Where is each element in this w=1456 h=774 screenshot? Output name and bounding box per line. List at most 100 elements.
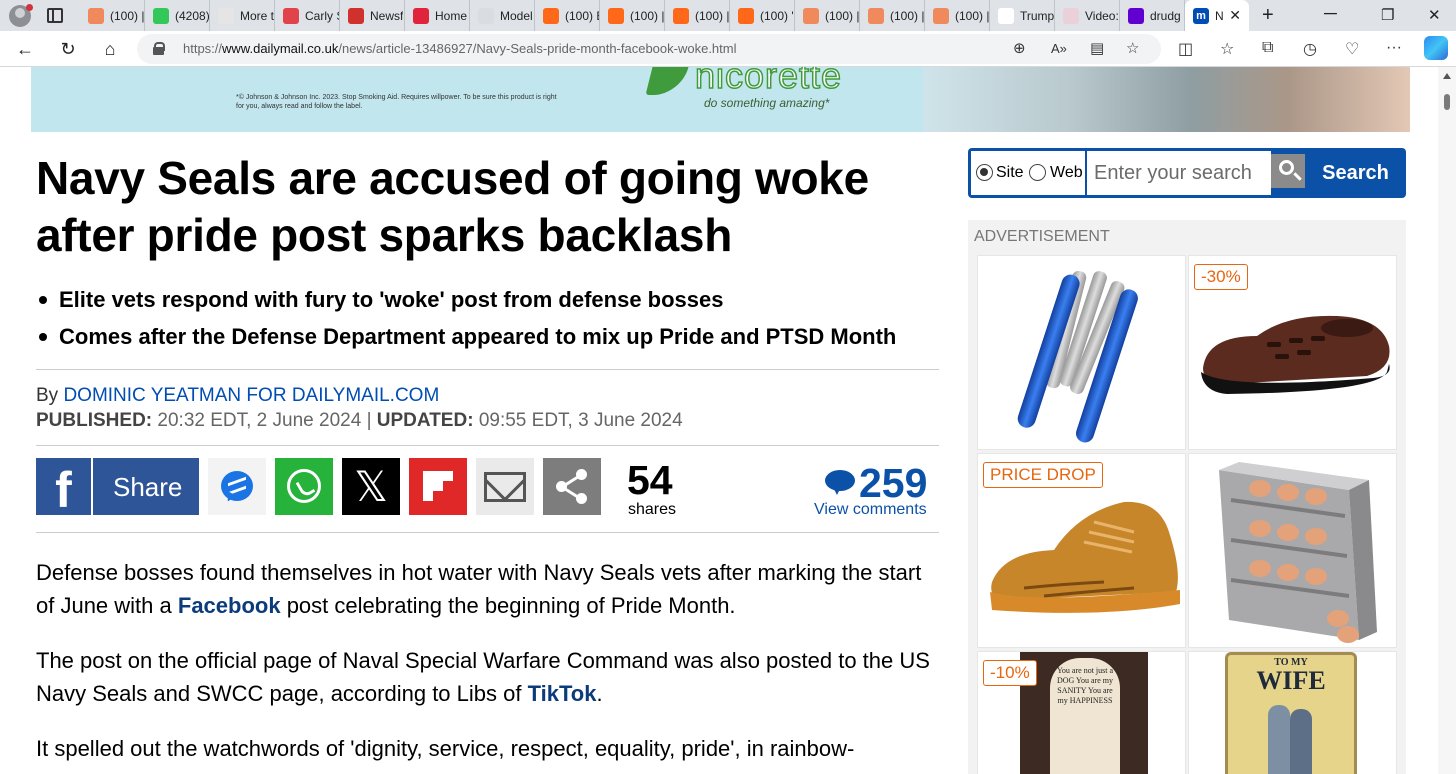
browser-tab[interactable]: drudg <box>1120 0 1185 31</box>
article-paragraph: It spelled out the watchwords of 'dignit… <box>36 736 855 761</box>
browser-tab[interactable]: (100) ' <box>730 0 795 31</box>
browser-tab[interactable]: Video: <box>1055 0 1120 31</box>
collections-icon[interactable]: ⧉ <box>1262 39 1273 57</box>
sandal-image <box>1201 315 1390 394</box>
tab-favicon-icon <box>153 7 169 24</box>
site-radio-label[interactable]: Site <box>996 164 1024 182</box>
refresh-icon[interactable]: ↻ <box>55 36 81 62</box>
search-icon-button[interactable] <box>1271 154 1305 188</box>
ad-disclaimer: *© Johnson & Johnson Inc. 2023. Stop Smo… <box>236 94 557 110</box>
url-path: /news/article-13486927/Navy-Seals-pride-… <box>338 41 737 56</box>
updated-date: 09:55 EDT, 3 June 2024 <box>473 410 683 431</box>
browser-tab[interactable]: Carly S <box>275 0 340 31</box>
history-icon[interactable]: ◷ <box>1303 39 1317 59</box>
browser-tab[interactable]: Model <box>470 0 535 31</box>
browser-tab[interactable]: Trump <box>990 0 1055 31</box>
read-aloud-icon[interactable]: A» <box>1051 41 1067 56</box>
ad-product-multitool[interactable] <box>977 255 1186 450</box>
share-email-button[interactable] <box>476 458 534 515</box>
tab-list: (100) | (4208) More t Carly S Newsf Home Model… <box>80 0 1249 31</box>
lock-icon[interactable] <box>153 42 165 55</box>
back-arrow-icon[interactable]: ← <box>12 36 38 62</box>
browser-tab[interactable]: (100) | <box>665 0 730 31</box>
tab-title: (100) | <box>110 8 144 23</box>
top-banner-ad[interactable]: *© Johnson & Johnson Inc. 2023. Stop Smo… <box>31 67 1410 132</box>
restore-icon[interactable]: ❐ <box>1381 6 1394 24</box>
scrollbar-thumb[interactable] <box>1444 94 1450 110</box>
tab-title: Video: <box>1085 8 1119 23</box>
share-icon <box>553 468 591 506</box>
url-text[interactable]: https://www.dailymail.co.uk/news/article… <box>183 41 737 56</box>
tiktok-link[interactable]: TikTok <box>528 681 597 706</box>
ad-product-sneaker[interactable]: PRICE DROP <box>977 453 1186 648</box>
facebook-link[interactable]: Facebook <box>178 593 281 618</box>
x-icon: 𝕏 <box>354 463 388 510</box>
ad-product-dog-sign[interactable]: -10% You are not just a DOG You are my S… <box>977 651 1186 774</box>
author-link[interactable]: DOMINIC YEATMAN FOR DAILYMAIL.COM <box>63 385 439 406</box>
share-messenger-button[interactable] <box>208 458 266 515</box>
copilot-icon[interactable] <box>1424 36 1448 60</box>
tab-title: (100) | <box>825 8 859 23</box>
minimize-icon[interactable]: ─ <box>1324 3 1337 24</box>
close-window-icon[interactable]: ✕ <box>1428 6 1441 24</box>
browser-tab[interactable]: (100) | <box>600 0 665 31</box>
browser-tab[interactable]: More t <box>210 0 275 31</box>
vertical-scrollbar[interactable] <box>1438 67 1456 774</box>
comment-count[interactable]: 259 <box>859 460 927 506</box>
immersive-reader-icon[interactable]: ▤ <box>1090 39 1104 57</box>
favorite-star-icon[interactable]: ☆ <box>1126 39 1139 57</box>
share-flipboard-button[interactable] <box>409 458 467 515</box>
browser-tab[interactable]: (100) | <box>860 0 925 31</box>
wife-sign-image: TO MY WIFE <box>1225 652 1357 774</box>
url-domain: www.dailymail.co.uk <box>222 41 339 56</box>
home-icon[interactable]: ⌂ <box>97 36 123 62</box>
share-x-button[interactable]: 𝕏 <box>342 458 400 515</box>
tab-actions-icon[interactable] <box>47 8 63 23</box>
more-menu-icon[interactable]: ··· <box>1386 39 1402 57</box>
tab-title: More t <box>240 8 274 23</box>
new-tab-button[interactable]: + <box>1262 4 1274 27</box>
tab-title: (100) | <box>955 8 989 23</box>
web-radio-label[interactable]: Web <box>1050 164 1083 182</box>
search-input[interactable] <box>1087 151 1271 195</box>
browser-tab[interactable]: (100) | <box>795 0 860 31</box>
view-comments-link[interactable]: View comments <box>814 501 927 519</box>
dailymail-favicon-icon: m <box>1193 7 1209 24</box>
performance-icon[interactable]: ♡ <box>1345 39 1359 59</box>
browser-tab-active[interactable]: m N ✕ <box>1185 0 1249 31</box>
ad-product-sandal[interactable]: -30% <box>1188 255 1397 450</box>
tab-favicon-icon <box>88 7 104 24</box>
tab-favicon-icon <box>543 7 559 24</box>
comment-bubble-icon[interactable] <box>825 470 855 495</box>
browser-tab[interactable]: (4208) <box>145 0 210 31</box>
tab-title: (100) | <box>630 8 664 23</box>
browser-tab[interactable]: Newsf <box>340 0 405 31</box>
tab-title: Trump <box>1020 8 1054 23</box>
share-whatsapp-button[interactable] <box>275 458 333 515</box>
browser-tab[interactable]: (100) E <box>535 0 600 31</box>
ad-product-wife-sign[interactable]: TO MY WIFE <box>1188 651 1397 774</box>
favorites-icon[interactable]: ☆ <box>1220 39 1234 59</box>
tab-favicon-icon <box>608 7 624 24</box>
zoom-icon[interactable]: ⊕ <box>1013 39 1026 57</box>
scroll-up-arrow-icon[interactable] <box>1443 73 1451 79</box>
tab-title: Model <box>500 8 533 23</box>
tab-title: drudg <box>1150 8 1181 23</box>
egg-dispenser-image <box>1209 460 1379 645</box>
web-radio[interactable] <box>1029 164 1046 181</box>
share-more-button[interactable] <box>543 458 601 515</box>
split-screen-icon[interactable]: ◫ <box>1178 39 1193 59</box>
tab-favicon-icon <box>1063 7 1079 24</box>
browser-tab[interactable]: Home <box>405 0 470 31</box>
site-search: Site Web Search <box>968 148 1406 198</box>
ad-product-egg-dispenser[interactable] <box>1188 453 1397 648</box>
browser-tab[interactable]: (100) | <box>80 0 145 31</box>
search-button[interactable]: Search <box>1308 151 1403 195</box>
tab-title: (100) | <box>695 8 729 23</box>
address-bar[interactable]: https://www.dailymail.co.uk/news/article… <box>137 34 1161 64</box>
site-radio[interactable] <box>976 164 993 181</box>
close-tab-icon[interactable]: ✕ <box>1229 7 1241 24</box>
share-facebook-button[interactable]: f Share <box>36 458 199 518</box>
browser-tab[interactable]: (100) | <box>925 0 990 31</box>
tab-favicon-icon <box>933 7 949 24</box>
